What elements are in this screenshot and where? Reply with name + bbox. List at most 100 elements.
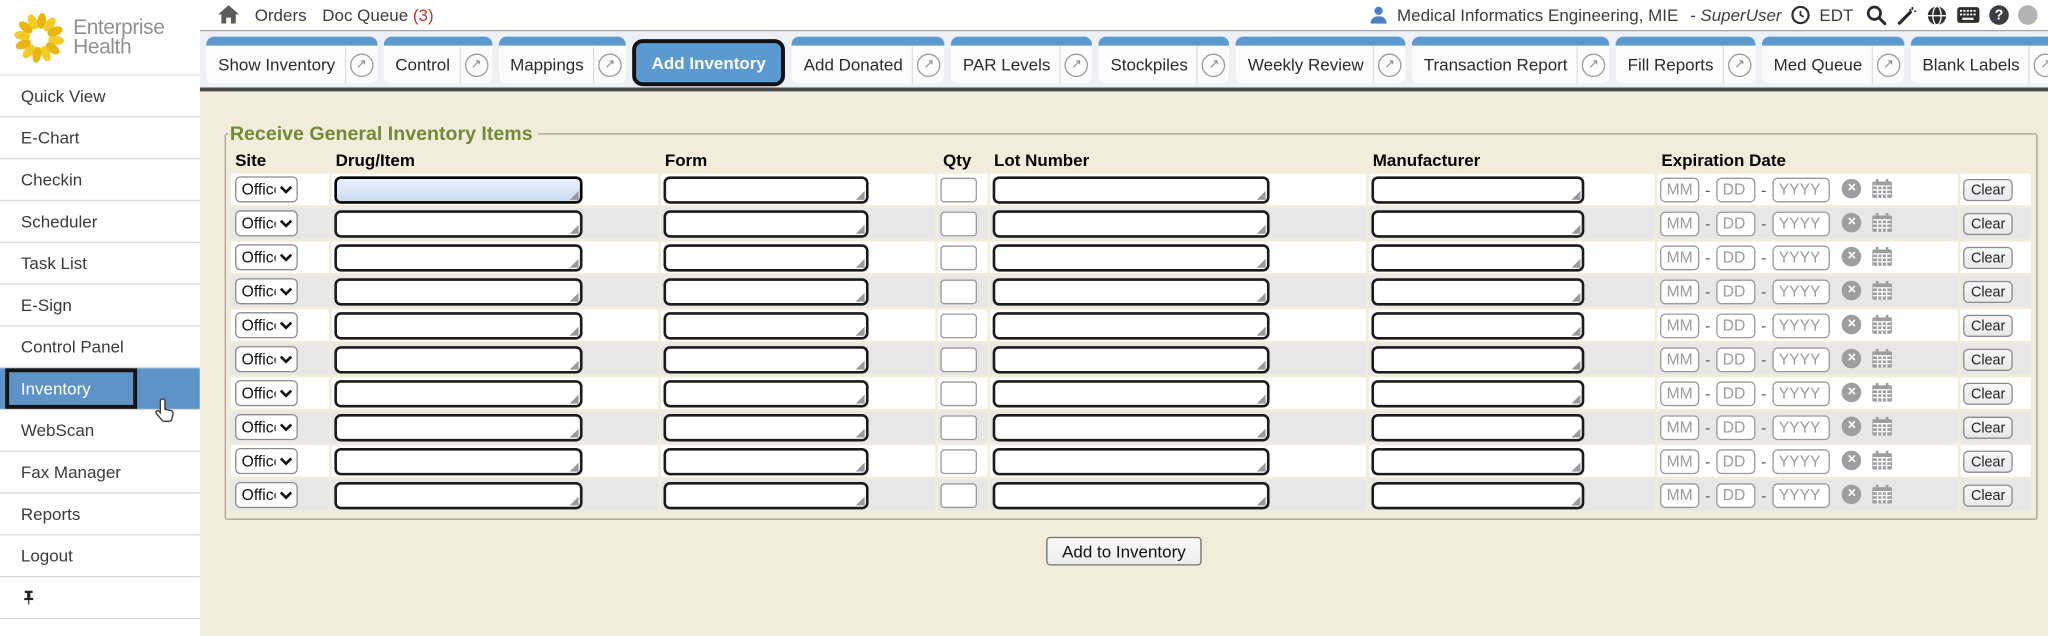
form-input[interactable] bbox=[664, 413, 869, 440]
drug-item-input[interactable] bbox=[334, 413, 582, 440]
sidebar-item-inventory[interactable]: Inventory bbox=[0, 368, 200, 410]
expiration-month-input[interactable] bbox=[1660, 347, 1699, 372]
calendar-icon[interactable] bbox=[1871, 179, 1892, 199]
clear-date-icon[interactable]: × bbox=[1842, 213, 1862, 233]
clear-row-button[interactable]: Clear bbox=[1963, 349, 2013, 371]
manufacturer-input[interactable] bbox=[1371, 176, 1584, 203]
drug-item-input[interactable] bbox=[334, 481, 582, 508]
sidebar-item-e-sign[interactable]: E-Sign bbox=[0, 285, 200, 327]
tab-blank-labels[interactable]: Blank Labels ↗ bbox=[1911, 37, 2048, 84]
breadcrumb-doc-queue[interactable]: Doc Queue (3) bbox=[322, 5, 433, 25]
calendar-icon[interactable] bbox=[1871, 315, 1892, 335]
qty-input[interactable] bbox=[940, 483, 977, 508]
site-select[interactable]: Office bbox=[235, 312, 298, 338]
tab-popout[interactable]: ↗ bbox=[1197, 46, 1230, 84]
site-select[interactable]: Office bbox=[235, 176, 298, 202]
manufacturer-input[interactable] bbox=[1371, 345, 1584, 372]
manufacturer-input[interactable] bbox=[1371, 447, 1584, 474]
lot-number-input[interactable] bbox=[993, 345, 1270, 372]
form-input[interactable] bbox=[664, 379, 869, 406]
expiration-day-input[interactable] bbox=[1716, 177, 1755, 202]
manufacturer-input[interactable] bbox=[1371, 481, 1584, 508]
expiration-year-input[interactable] bbox=[1772, 347, 1829, 372]
site-select[interactable]: Office bbox=[235, 244, 298, 270]
add-to-inventory-button[interactable]: Add to Inventory bbox=[1046, 537, 1201, 566]
form-input[interactable] bbox=[664, 447, 869, 474]
tab-add-inventory[interactable]: Add Inventory bbox=[632, 39, 785, 86]
lot-number-input[interactable] bbox=[993, 176, 1270, 203]
sidebar-item-webscan[interactable]: WebScan bbox=[0, 410, 200, 452]
qty-input[interactable] bbox=[940, 177, 977, 202]
clear-row-button[interactable]: Clear bbox=[1963, 417, 2013, 439]
clear-date-icon[interactable]: × bbox=[1842, 179, 1862, 199]
expiration-day-input[interactable] bbox=[1716, 245, 1755, 270]
clear-date-icon[interactable]: × bbox=[1842, 349, 1862, 369]
site-select[interactable]: Office bbox=[235, 482, 298, 508]
manufacturer-input[interactable] bbox=[1371, 210, 1584, 237]
expiration-year-input[interactable] bbox=[1772, 415, 1829, 440]
sidebar-item-scheduler[interactable]: Scheduler bbox=[0, 201, 200, 243]
tab-transaction-report[interactable]: Transaction Report ↗ bbox=[1412, 37, 1609, 84]
form-input[interactable] bbox=[664, 481, 869, 508]
clear-row-button[interactable]: Clear bbox=[1963, 281, 2013, 303]
expiration-day-input[interactable] bbox=[1716, 279, 1755, 304]
expiration-month-input[interactable] bbox=[1660, 245, 1699, 270]
drug-item-input[interactable] bbox=[334, 210, 582, 237]
expiration-year-input[interactable] bbox=[1772, 483, 1829, 508]
clock-icon[interactable] bbox=[1791, 5, 1811, 25]
form-input[interactable] bbox=[664, 312, 869, 339]
lot-number-input[interactable] bbox=[993, 244, 1270, 271]
sidebar-pin-row[interactable] bbox=[0, 577, 200, 619]
clear-row-button[interactable]: Clear bbox=[1963, 315, 2013, 337]
tab-popout[interactable]: ↗ bbox=[344, 46, 377, 84]
clear-date-icon[interactable]: × bbox=[1842, 485, 1862, 505]
pushpin-icon[interactable] bbox=[21, 588, 37, 608]
form-input[interactable] bbox=[664, 345, 869, 372]
sidebar-item-fax-manager[interactable]: Fax Manager bbox=[0, 452, 200, 494]
tab-show-inventory[interactable]: Show Inventory ↗ bbox=[206, 37, 377, 84]
expiration-month-input[interactable] bbox=[1660, 211, 1699, 236]
expiration-month-input[interactable] bbox=[1660, 415, 1699, 440]
expiration-year-input[interactable] bbox=[1772, 313, 1829, 338]
clear-row-button[interactable]: Clear bbox=[1963, 383, 2013, 405]
sidebar-item-task-list[interactable]: Task List bbox=[0, 243, 200, 285]
calendar-icon[interactable] bbox=[1871, 417, 1892, 437]
manufacturer-input[interactable] bbox=[1371, 244, 1584, 271]
site-select[interactable]: Office bbox=[235, 448, 298, 474]
tab-popout[interactable]: ↗ bbox=[1723, 46, 1756, 84]
tab-mappings[interactable]: Mappings ↗ bbox=[498, 37, 625, 84]
sidebar-item-reports[interactable]: Reports bbox=[0, 494, 200, 536]
tab-popout[interactable]: ↗ bbox=[1871, 46, 1904, 84]
drug-item-input[interactable] bbox=[334, 278, 582, 305]
lot-number-input[interactable] bbox=[993, 278, 1270, 305]
search-icon[interactable] bbox=[1865, 4, 1887, 26]
expiration-year-input[interactable] bbox=[1772, 279, 1829, 304]
qty-input[interactable] bbox=[940, 313, 977, 338]
tab-popout[interactable]: ↗ bbox=[2029, 46, 2048, 84]
expiration-year-input[interactable] bbox=[1772, 211, 1829, 236]
clear-row-button[interactable]: Clear bbox=[1963, 213, 2013, 235]
tab-par-levels[interactable]: PAR Levels ↗ bbox=[951, 37, 1092, 84]
manufacturer-input[interactable] bbox=[1371, 379, 1584, 406]
expiration-month-input[interactable] bbox=[1660, 279, 1699, 304]
home-icon[interactable] bbox=[218, 5, 239, 25]
calendar-icon[interactable] bbox=[1871, 213, 1892, 233]
sidebar-item-logout[interactable]: Logout bbox=[0, 536, 200, 578]
form-input[interactable] bbox=[664, 244, 869, 271]
drug-item-input[interactable] bbox=[334, 379, 582, 406]
expiration-day-input[interactable] bbox=[1716, 313, 1755, 338]
qty-input[interactable] bbox=[940, 279, 977, 304]
expiration-year-input[interactable] bbox=[1772, 177, 1829, 202]
expiration-day-input[interactable] bbox=[1716, 381, 1755, 406]
clear-row-button[interactable]: Clear bbox=[1963, 451, 2013, 473]
manufacturer-input[interactable] bbox=[1371, 278, 1584, 305]
expiration-day-input[interactable] bbox=[1716, 483, 1755, 508]
qty-input[interactable] bbox=[940, 381, 977, 406]
clear-row-button[interactable]: Clear bbox=[1963, 485, 2013, 507]
form-input[interactable] bbox=[664, 176, 869, 203]
breadcrumb-orders[interactable]: Orders bbox=[255, 5, 307, 25]
tab-weekly-review[interactable]: Weekly Review ↗ bbox=[1236, 37, 1405, 84]
tab-popout[interactable]: ↗ bbox=[1577, 46, 1610, 84]
lot-number-input[interactable] bbox=[993, 447, 1270, 474]
form-input[interactable] bbox=[664, 210, 869, 237]
